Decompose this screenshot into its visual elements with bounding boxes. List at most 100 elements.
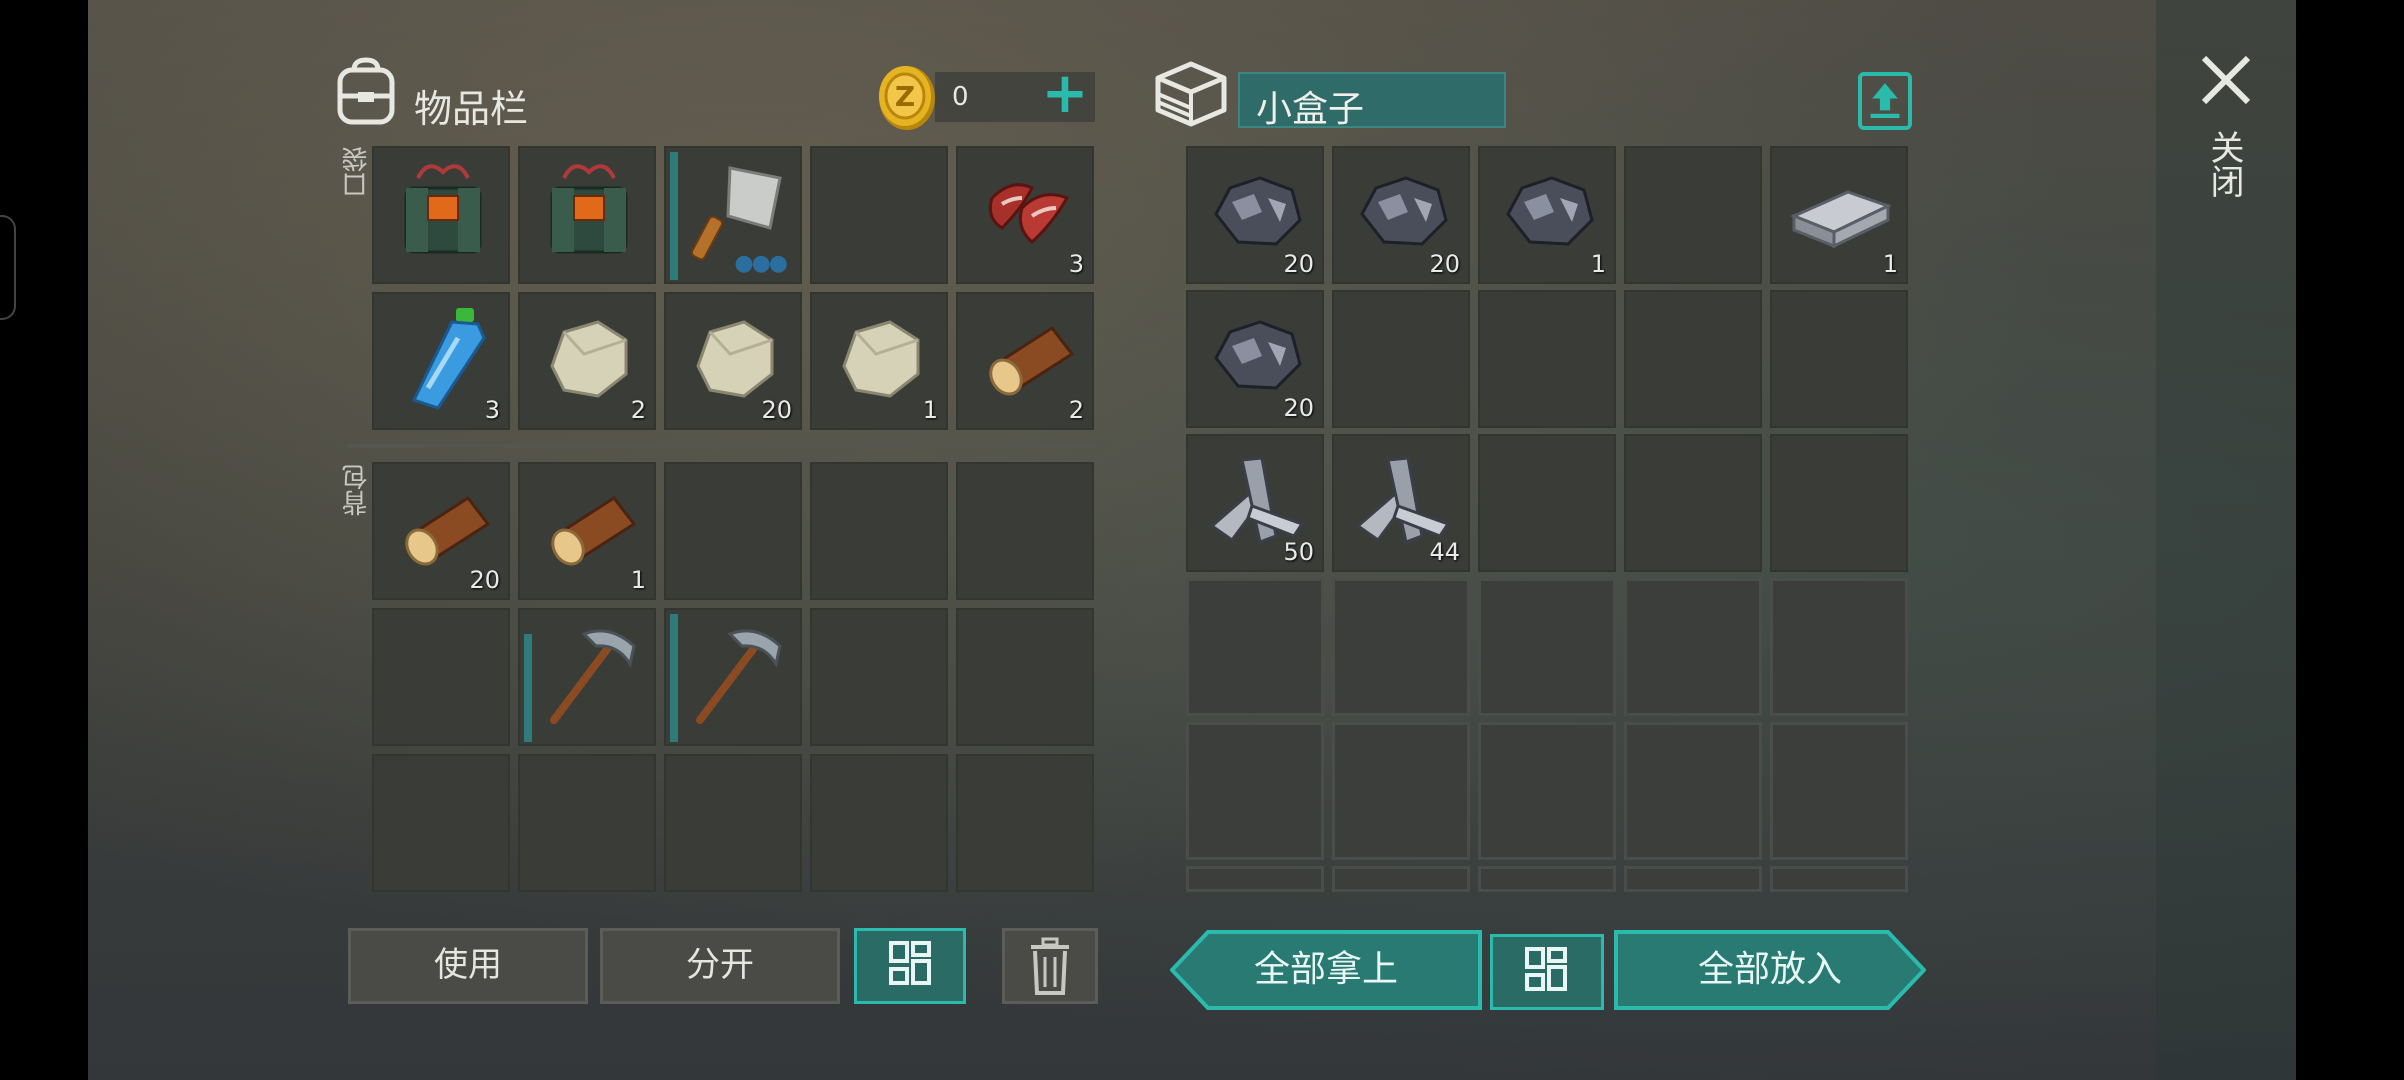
item-count: 1 [1882,250,1898,278]
box-slot-empty[interactable] [1332,290,1470,428]
quality-dots: ●●● [734,251,788,276]
backpack-slot-empty[interactable] [956,754,1094,892]
pocket-slot-stone[interactable]: 1 [810,292,948,430]
box-slot-empty[interactable] [1624,146,1762,284]
edge-handle[interactable] [0,215,16,320]
water-bottle-icon [411,308,486,410]
pocket-slot-explosive-1[interactable] [372,146,510,284]
backpack-slot-empty[interactable] [810,462,948,600]
backpack-slot-pickaxe[interactable] [664,608,802,746]
box-slot-scrap-metal[interactable]: 44 [1332,434,1470,572]
item-count: 50 [1283,538,1314,566]
backpack-slot-empty[interactable] [956,608,1094,746]
box-slot-locked [1478,722,1616,860]
item-count: 20 [1283,250,1314,278]
pocket-slot-stone[interactable]: 2 [518,292,656,430]
item-count: 1 [922,396,938,424]
box-slot-empty[interactable] [1478,434,1616,572]
close-label[interactable]: 关闭 [2204,130,2244,198]
grid-icon [889,941,931,985]
iron-ingot-icon [1790,190,1892,249]
sort-inventory-button[interactable] [854,928,966,1004]
box-slot-iron-ore[interactable]: 20 [1186,146,1324,284]
backpack-slot-log[interactable]: 1 [518,462,656,600]
box-slot-empty[interactable] [1770,434,1908,572]
item-count: 44 [1429,538,1460,566]
item-count: 20 [1429,250,1460,278]
trash-icon [1031,937,1069,995]
split-button[interactable]: 分开 [600,928,840,1004]
backpack-slot-empty[interactable] [810,608,948,746]
upload-icon[interactable] [1858,72,1912,130]
box-slot-locked [1332,578,1470,716]
container-name-field[interactable]: 小盒子 [1238,72,1506,130]
backpack-slot-empty[interactable] [810,754,948,892]
pocket-slot-stone[interactable]: 20 [664,292,802,430]
box-slot-iron-ore[interactable]: 20 [1332,146,1470,284]
section-divider [348,444,1096,448]
game-screen: 物品栏 Z 0 + 小盒子 关闭 口袋 背包 ●●● 3 3 2 20 1 2 … [0,0,2404,1080]
backpack-slot-empty[interactable] [664,754,802,892]
backpack-label: 背包 [342,464,372,516]
pocket-slot-water-bottle[interactable]: 3 [372,292,510,430]
backpack-slot-empty[interactable] [518,754,656,892]
box-slot-empty[interactable] [1624,290,1762,428]
backpack-slot-log[interactable]: 20 [372,462,510,600]
backpack-slot-empty[interactable] [372,608,510,746]
pickaxe-icon [550,629,636,724]
backpack-slot-empty[interactable] [372,754,510,892]
take-all-label: 全部拿上 [1253,949,1398,990]
close-icon[interactable] [2196,50,2256,110]
box-slot-empty[interactable] [1770,290,1908,428]
pocket-slot-log[interactable]: 2 [956,292,1094,430]
pocket-slot-empty[interactable] [810,146,948,284]
box-slot-empty[interactable] [1624,434,1762,572]
explosive-icon [550,164,628,254]
item-count: 2 [630,396,646,424]
pocket-slot-raw-meat[interactable]: 3 [956,146,1094,284]
take-all-button[interactable]: 全部拿上 [1170,930,1482,1010]
backpack-icon [337,57,395,125]
box-slot-locked [1624,722,1762,860]
pocket-slot-explosive-2[interactable] [518,146,656,284]
sort-container-button[interactable] [1490,934,1604,1010]
box-slot-scrap-metal[interactable]: 50 [1186,434,1324,572]
stone-icon [842,320,920,398]
backpack-slot-empty[interactable] [664,462,802,600]
use-button[interactable]: 使用 [348,928,588,1004]
box-slot-iron-ore[interactable]: 1 [1478,146,1616,284]
item-count: 1 [630,566,646,594]
box-slot-locked [1770,866,1908,892]
grid-icon [1525,947,1567,991]
pickaxe-icon [696,629,782,724]
pocket-slot-cleaver[interactable]: ●●● [664,146,802,284]
item-count: 1 [1590,250,1606,278]
durability-bar [670,152,678,280]
backpack-slot-pickaxe[interactable] [518,608,656,746]
box-slot-iron-ore[interactable]: 20 [1186,290,1324,428]
durability-bar [670,614,678,742]
put-all-button[interactable]: 全部放入 [1614,930,1926,1010]
box-slot-locked [1770,722,1908,860]
add-coins-button[interactable]: + [1040,66,1090,122]
inventory-title: 物品栏 [414,87,529,131]
box-slot-iron-ingot[interactable]: 1 [1770,146,1908,284]
box-icon [1155,61,1227,127]
item-count: 20 [761,396,792,424]
backpack-slot-empty[interactable] [956,462,1094,600]
box-slot-empty[interactable] [1478,290,1616,428]
durability-bar [524,634,532,742]
box-slot-locked [1186,722,1324,860]
pocket-label: 口袋 [342,146,372,198]
box-slot-locked [1332,722,1470,860]
box-slot-locked [1624,866,1762,892]
trash-button[interactable] [1002,928,1098,1004]
stone-icon [550,320,628,398]
box-slot-locked [1478,578,1616,716]
coin-count: 0 [952,82,969,112]
box-slot-locked [1186,866,1324,892]
item-count: 3 [1068,250,1084,278]
put-all-label: 全部放入 [1697,949,1842,990]
explosive-icon [404,164,482,254]
box-slot-locked [1770,578,1908,716]
